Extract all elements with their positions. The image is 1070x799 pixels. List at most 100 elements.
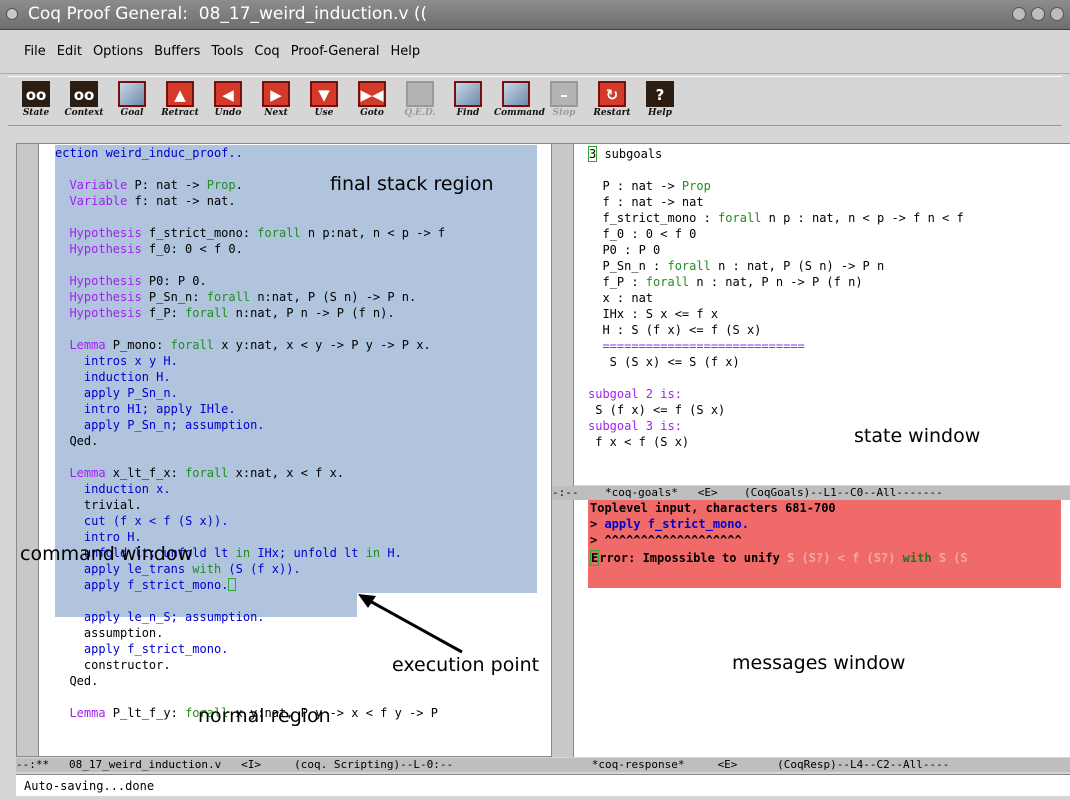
execution-point-arrow-icon (358, 594, 463, 654)
script-line: apply P_Sn_n; assumption. (83, 418, 265, 432)
use-button[interactable]: ▼ Use (302, 79, 346, 125)
script-line: Variable f: nat -> nat. (69, 194, 236, 208)
script-line (55, 209, 445, 225)
menu-coq[interactable]: Coq (254, 44, 279, 59)
minibuffer-text: Auto-saving...done (24, 779, 155, 793)
annotation-final-stack: final stack region (330, 173, 494, 195)
retract-icon: ▲ (166, 81, 194, 107)
script-scrollbar[interactable] (17, 144, 39, 756)
script-line: cut (f x < f (S x)). (83, 514, 229, 528)
menu-help[interactable]: Help (391, 44, 421, 59)
close-icon[interactable] (1050, 7, 1064, 21)
goal-line: S (S x) <= S (f x) (588, 355, 740, 369)
goal-line: P0 : P 0 (588, 243, 661, 257)
window-menu-icon[interactable] (6, 8, 18, 20)
script-line: Qed. (69, 434, 99, 448)
next-button[interactable]: ▶ Next (254, 79, 298, 125)
minimize-icon[interactable] (1012, 7, 1026, 21)
script-line: induction H. (83, 370, 171, 384)
menu-file[interactable]: File (24, 44, 46, 59)
goals-pane[interactable]: 3 subgoals P : nat -> Prop f : nat -> na… (552, 143, 1070, 486)
minibuffer[interactable]: Auto-saving...done (16, 774, 1070, 796)
title-bar: Coq Proof General: 08_17_weird_induction… (0, 0, 1070, 30)
menu-proof-general[interactable]: Proof-General (291, 44, 380, 59)
goal-line: IHx : S x <= f x (588, 307, 719, 321)
goal-line: f : nat -> nat (588, 195, 704, 209)
goal-line: P_Sn_n : forall n : nat, P (S n) -> P n (588, 259, 885, 273)
script-line: Hypothesis f_0: 0 < f 0. (69, 242, 243, 256)
script-line: Qed. (69, 674, 99, 688)
script-line: induction x. (83, 482, 171, 496)
script-line: ection weird_induc_proof.. (55, 146, 243, 160)
script-line: Hypothesis f_P: forall n:nat, P n -> P (… (69, 306, 395, 320)
response-modeline: *coq-response* <E> (CoqResp)--L4--C2--Al… (552, 758, 1070, 772)
goal-line: f_strict_mono : forall n p : nat, n < p … (588, 211, 964, 225)
help-button[interactable]: ? Help (638, 79, 682, 125)
retract-button[interactable]: ▲ Retract (158, 79, 202, 125)
goal-line: x : nat (588, 291, 654, 305)
goals-count: 3 (588, 146, 598, 162)
stop-button[interactable]: – Stop (542, 79, 586, 125)
restart-icon: ↻ (598, 81, 626, 107)
qed-button[interactable]: Q.E.D. (398, 79, 442, 125)
error-line-2: > apply f_strict_mono. (590, 517, 749, 531)
script-line: Hypothesis P_Sn_n: forall n:nat, P (S n)… (69, 290, 417, 304)
qed-icon (406, 81, 434, 107)
undo-icon: ◀ (214, 81, 242, 107)
script-line: Lemma P_mono: forall x y:nat, x < y -> P… (69, 338, 431, 352)
undo-button[interactable]: ◀ Undo (206, 79, 250, 125)
response-scrollbar[interactable] (552, 500, 574, 757)
goals-lines: P : nat -> Prop f : nat -> nat f_strict_… (588, 178, 964, 450)
find-icon (454, 81, 482, 107)
goal-button[interactable]: Goal (110, 79, 154, 125)
menu-options[interactable]: Options (93, 44, 143, 59)
script-line (55, 321, 445, 337)
goal-line: subgoal 2 is: (588, 387, 682, 401)
goals-header: subgoals (597, 147, 663, 161)
annotation-command-window: command window (20, 543, 193, 565)
response-pane[interactable]: Toplevel input, characters 681-700 > app… (552, 500, 1070, 757)
menu-edit[interactable]: Edit (57, 44, 82, 59)
goal-line: ============================ (588, 339, 805, 353)
menu-buffers[interactable]: Buffers (154, 44, 200, 59)
text-cursor (228, 578, 237, 591)
error-line-1: Toplevel input, characters 681-700 (590, 501, 836, 515)
goal-line: S (f x) <= f (S x) (588, 403, 726, 417)
menu-bar: File Edit Options Buffers Tools Coq Proo… (0, 30, 1070, 74)
annotation-state-window: state window (854, 425, 981, 447)
help-icon: ? (646, 81, 674, 107)
script-line: Hypothesis f_strict_mono: forall n p:nat… (69, 226, 446, 240)
state-icon: oo (22, 81, 50, 107)
maximize-icon[interactable] (1031, 7, 1045, 21)
context-button[interactable]: oo Context (62, 79, 106, 125)
find-button[interactable]: Find (446, 79, 490, 125)
use-icon: ▼ (310, 81, 338, 107)
goto-button[interactable]: ▶◀ Goto (350, 79, 394, 125)
stop-icon: – (550, 81, 578, 107)
state-button[interactable]: oo State (14, 79, 58, 125)
goals-scrollbar[interactable] (552, 144, 574, 486)
script-line: intro H1; apply IHle. (83, 402, 236, 416)
goal-line: f_0 : 0 < f 0 (588, 227, 697, 241)
goals-modeline: -:-- *coq-goals* <E> (CoqGoals)--L1--C0-… (552, 486, 1070, 500)
command-button[interactable]: Command (494, 79, 545, 125)
script-line (55, 257, 445, 273)
menu-tools[interactable]: Tools (211, 44, 243, 59)
annotation-messages-window: messages window (732, 652, 906, 674)
error-line-3: > ^^^^^^^^^^^^^^^^^^^ (590, 533, 742, 547)
restart-button[interactable]: ↻ Restart (590, 79, 634, 125)
script-line: intros x y H. (83, 354, 178, 368)
script-line: Lemma x_lt_f_x: forall x:nat, x < f x. (69, 466, 345, 480)
goto-icon: ▶◀ (358, 81, 386, 107)
goals-buffer[interactable]: 3 subgoals (588, 146, 662, 162)
goal-line (588, 370, 964, 386)
goal-line: H : S (f x) <= f (S x) (588, 323, 762, 337)
goal-icon (118, 81, 146, 107)
context-icon: oo (70, 81, 98, 107)
annotation-normal-region: normal region (198, 705, 331, 727)
script-line (55, 689, 445, 705)
command-icon (502, 81, 530, 107)
window-title: Coq Proof General: 08_17_weird_induction… (28, 4, 428, 24)
script-line: apply P_Sn_n. (83, 386, 178, 400)
error-message-box: Toplevel input, characters 681-700 > app… (588, 500, 1061, 588)
